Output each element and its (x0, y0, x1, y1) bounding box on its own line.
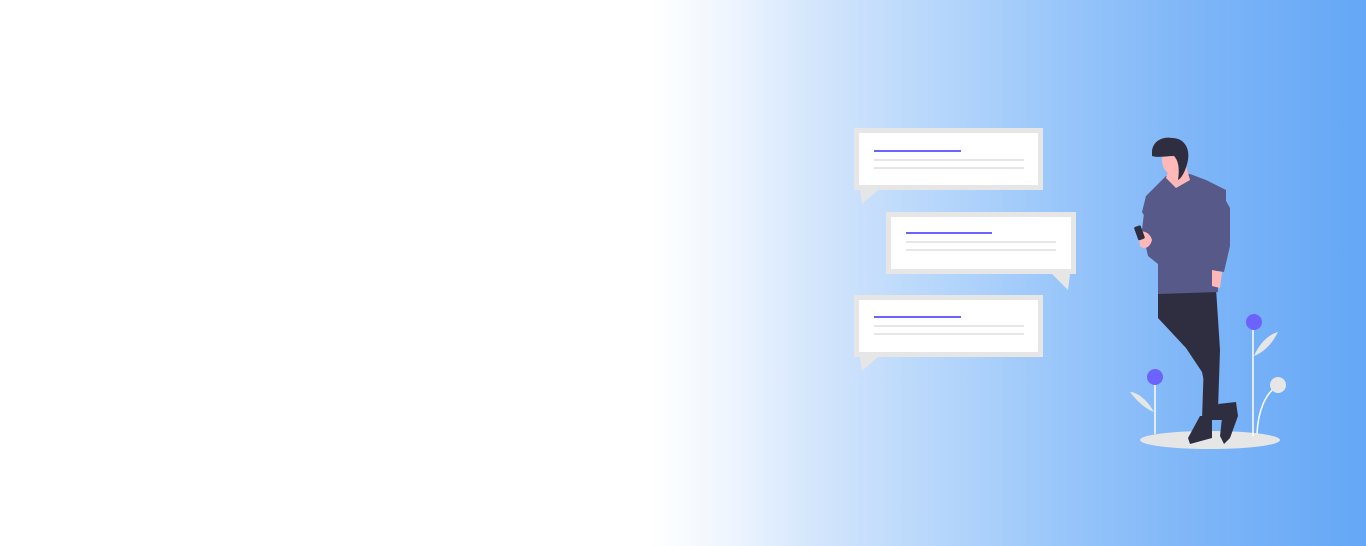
bubble-2-accent-line (906, 232, 992, 234)
chat-bubble-2 (886, 212, 1076, 290)
bubble-3-text-line (874, 325, 1024, 327)
bubble-2-text-line (906, 241, 1056, 243)
chat-illustration (840, 120, 1300, 460)
person-figure (1134, 137, 1238, 444)
flower-left (1130, 369, 1163, 434)
bubble-3-accent-line (874, 316, 961, 318)
flower-right (1246, 314, 1286, 436)
bubble-1-text-line (874, 167, 1024, 169)
bubble-3-text-line (874, 333, 1024, 335)
chat-bubble-3 (854, 295, 1043, 371)
bubble-2-text-line (906, 249, 1056, 251)
chat-bubble-1 (854, 128, 1043, 204)
bubble-1-text-line (874, 159, 1024, 161)
hero-banner (0, 0, 1366, 546)
bubble-1-accent-line (874, 150, 961, 152)
